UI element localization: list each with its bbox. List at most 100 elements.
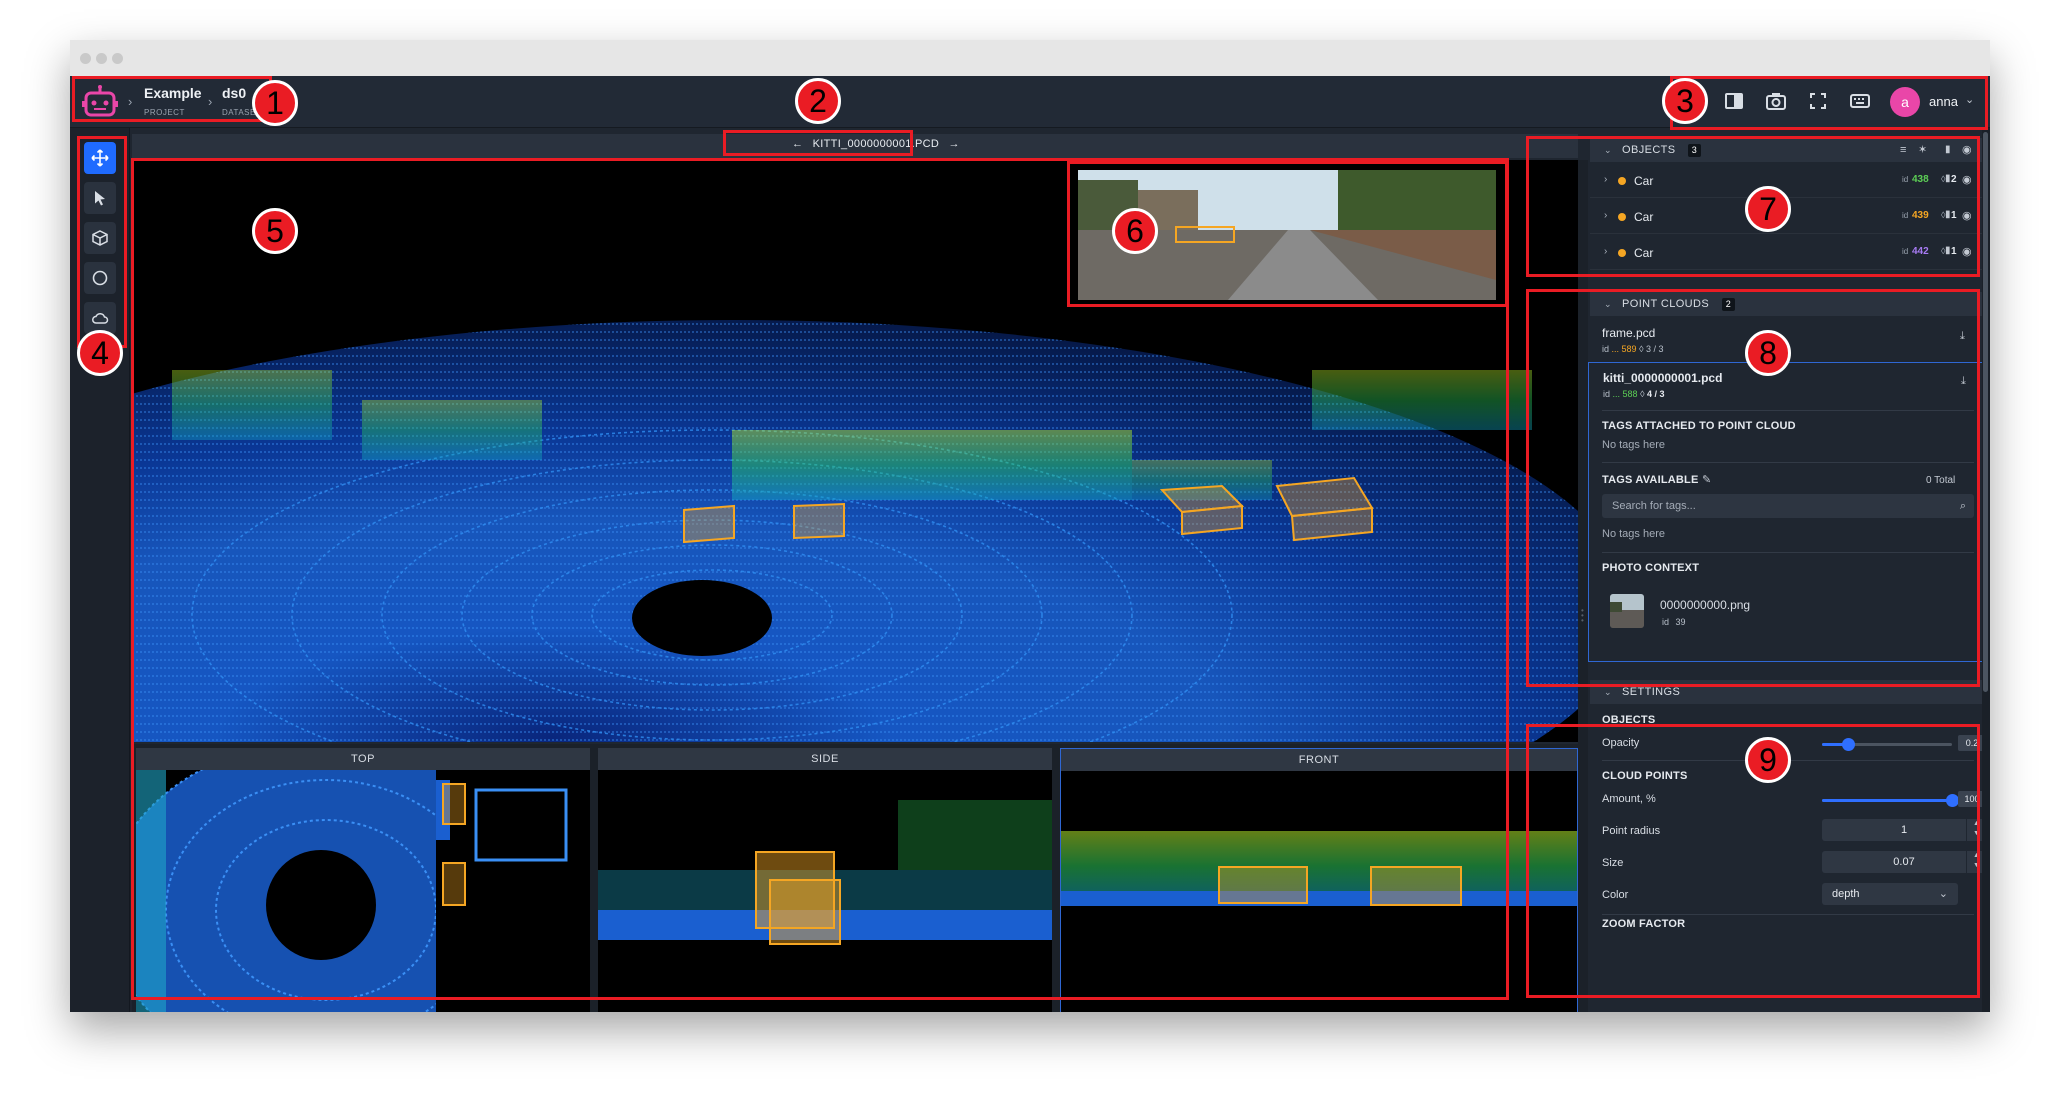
prev-file-button[interactable]: ← <box>792 138 803 150</box>
sparkle-icon[interactable]: ✶ <box>1918 138 1928 162</box>
robot-logo-icon[interactable] <box>82 84 118 120</box>
delete-icon[interactable]: ▮ <box>1945 173 1951 184</box>
cuboid-tool-button[interactable] <box>84 222 116 254</box>
cloud-points-title: CLOUD POINTS <box>1602 770 1688 782</box>
filter-icon[interactable]: ≡ <box>1900 138 1907 162</box>
front-view[interactable]: FRONT <box>1060 748 1578 1012</box>
chevron-right-icon[interactable]: › <box>1604 174 1607 185</box>
chevron-down-icon[interactable]: ⌄ <box>1965 93 1974 106</box>
side-view[interactable]: SIDE <box>598 748 1052 1012</box>
download-icon[interactable]: ⤓ <box>1960 330 1972 342</box>
objects-count: 3 <box>1688 144 1701 157</box>
breadcrumb-project[interactable]: Example <box>144 85 202 101</box>
marker-2: 2 <box>795 78 841 124</box>
move-tool-button[interactable] <box>84 142 116 174</box>
eye-icon[interactable]: ◉ <box>1962 209 1972 222</box>
size-input[interactable]: 0.07 ▲ ▼ <box>1822 851 1986 873</box>
point-clouds-section-header[interactable]: ⌄ POINT CLOUDS 2 <box>1590 292 1982 316</box>
circle-tool-button[interactable] <box>84 262 116 294</box>
opacity-slider[interactable] <box>1822 738 1952 751</box>
point-cloud-3d-view[interactable] <box>132 160 1578 742</box>
breadcrumb-dataset[interactable]: ds0 <box>222 85 246 101</box>
size-label: Size <box>1602 857 1624 869</box>
marker-7: 7 <box>1745 186 1791 232</box>
eye-icon[interactable]: ◉ <box>1962 245 1972 258</box>
tags-available-title: TAGS AVAILABLE <box>1602 474 1699 486</box>
eye-icon[interactable]: ◉ <box>1962 138 1972 162</box>
panel-toggle-icon[interactable] <box>1723 90 1745 112</box>
photo-id: 39 <box>1675 617 1686 627</box>
class-color-dot <box>1618 213 1626 221</box>
point-cloud-meta: id ... 589 ◊ 3 / 3 <box>1602 344 1664 354</box>
objects-section-header[interactable]: ⌄ OBJECTS 3 ≡ ✶ ▮ ◉ <box>1590 138 1982 162</box>
camera-icon[interactable] <box>1765 90 1787 112</box>
point-clouds-title: POINT CLOUDS <box>1622 298 1710 310</box>
point-cloud-id: ... 588 <box>1612 389 1638 399</box>
color-select[interactable]: depth ⌄ <box>1822 883 1958 905</box>
username[interactable]: anna <box>1929 94 1958 109</box>
front-view-render <box>1061 771 1577 1012</box>
photo-thumbnail[interactable] <box>1610 594 1644 628</box>
top-view-label: TOP <box>136 748 590 770</box>
chevron-down-icon[interactable]: ⌄ <box>1604 138 1612 162</box>
tags-search-input[interactable]: Search for tags... ⌕ <box>1602 494 1974 518</box>
next-file-button[interactable]: → <box>949 138 960 150</box>
photo-name: 0000000000.png <box>1660 598 1751 612</box>
tool-bar <box>70 128 130 1012</box>
id-label: id <box>1662 617 1670 627</box>
tags-search-placeholder: Search for tags... <box>1612 500 1696 512</box>
figures-icon: ◊ <box>1640 389 1645 399</box>
figures-icon: ◊ <box>1639 344 1644 354</box>
chevron-down-icon[interactable]: ⌄ <box>1939 883 1948 905</box>
search-icon[interactable]: ⌕ <box>1960 494 1966 518</box>
settings-title: SETTINGS <box>1622 686 1681 698</box>
panel-resize-handle[interactable]: • • • <box>1578 160 1588 1012</box>
viewer-header: ← KITTI_0000000001.PCD → <box>132 134 1578 158</box>
fullscreen-icon[interactable] <box>1807 90 1829 112</box>
delete-icon[interactable]: ▮ <box>1945 138 1951 162</box>
point-cloud-name: frame.pcd <box>1602 326 1656 340</box>
edit-icon[interactable]: ✎ <box>1702 473 1711 486</box>
object-id: 442 <box>1912 246 1929 257</box>
point-radius-input[interactable]: 1 ▲ ▼ <box>1822 819 1986 841</box>
chevron-right-icon[interactable]: › <box>1604 210 1607 221</box>
opacity-slider-knob[interactable] <box>1842 738 1855 751</box>
download-icon[interactable]: ⤓ <box>1961 375 1973 387</box>
object-id: 438 <box>1912 174 1929 185</box>
window-dot <box>112 53 123 64</box>
id-label: id <box>1603 389 1611 399</box>
cloud-icon <box>92 312 109 324</box>
object-row[interactable]: › Car id 438 ◊ 2 ▮ ◉ <box>1590 164 1982 198</box>
chevron-right-icon[interactable]: › <box>1604 246 1607 257</box>
marker-5: 5 <box>252 208 298 254</box>
scrollbar-thumb[interactable] <box>1983 132 1988 692</box>
delete-icon[interactable]: ▮ <box>1945 209 1951 220</box>
color-label: Color <box>1602 889 1629 901</box>
chevron-down-icon[interactable]: ⌄ <box>1604 292 1612 316</box>
eye-icon[interactable]: ◉ <box>1962 173 1972 186</box>
marker-1: 1 <box>252 80 298 126</box>
object-row[interactable]: › Car id 442 ◊ 1 ▮ ◉ <box>1590 236 1982 270</box>
tags-attached-title: TAGS ATTACHED TO POINT CLOUD <box>1602 420 1796 432</box>
move-icon <box>91 149 109 167</box>
settings-section-header[interactable]: ⌄ SETTINGS <box>1590 680 1982 704</box>
amount-slider[interactable] <box>1822 794 1959 807</box>
object-figures: 2 <box>1951 174 1957 185</box>
pointer-icon <box>95 191 105 206</box>
amount-label: Amount, % <box>1602 793 1656 805</box>
keyboard-icon[interactable] <box>1849 90 1871 112</box>
side-view-label: SIDE <box>598 748 1052 770</box>
delete-icon[interactable]: ▮ <box>1945 245 1951 256</box>
chevron-down-icon[interactable]: ⌄ <box>1604 680 1612 704</box>
avatar[interactable]: a <box>1890 87 1920 117</box>
marker-8: 8 <box>1745 330 1791 376</box>
photo-meta: id 39 <box>1662 617 1686 627</box>
marker-4: 4 <box>77 330 123 376</box>
select-tool-button[interactable] <box>84 182 116 214</box>
top-view-render <box>136 770 590 1012</box>
id-label: id <box>1602 344 1610 354</box>
file-name: KITTI_0000000001.PCD <box>812 138 940 150</box>
point-radius-value: 1 <box>1900 824 1908 836</box>
top-view[interactable]: TOP <box>136 748 590 1012</box>
point-radius-label: Point radius <box>1602 825 1661 837</box>
